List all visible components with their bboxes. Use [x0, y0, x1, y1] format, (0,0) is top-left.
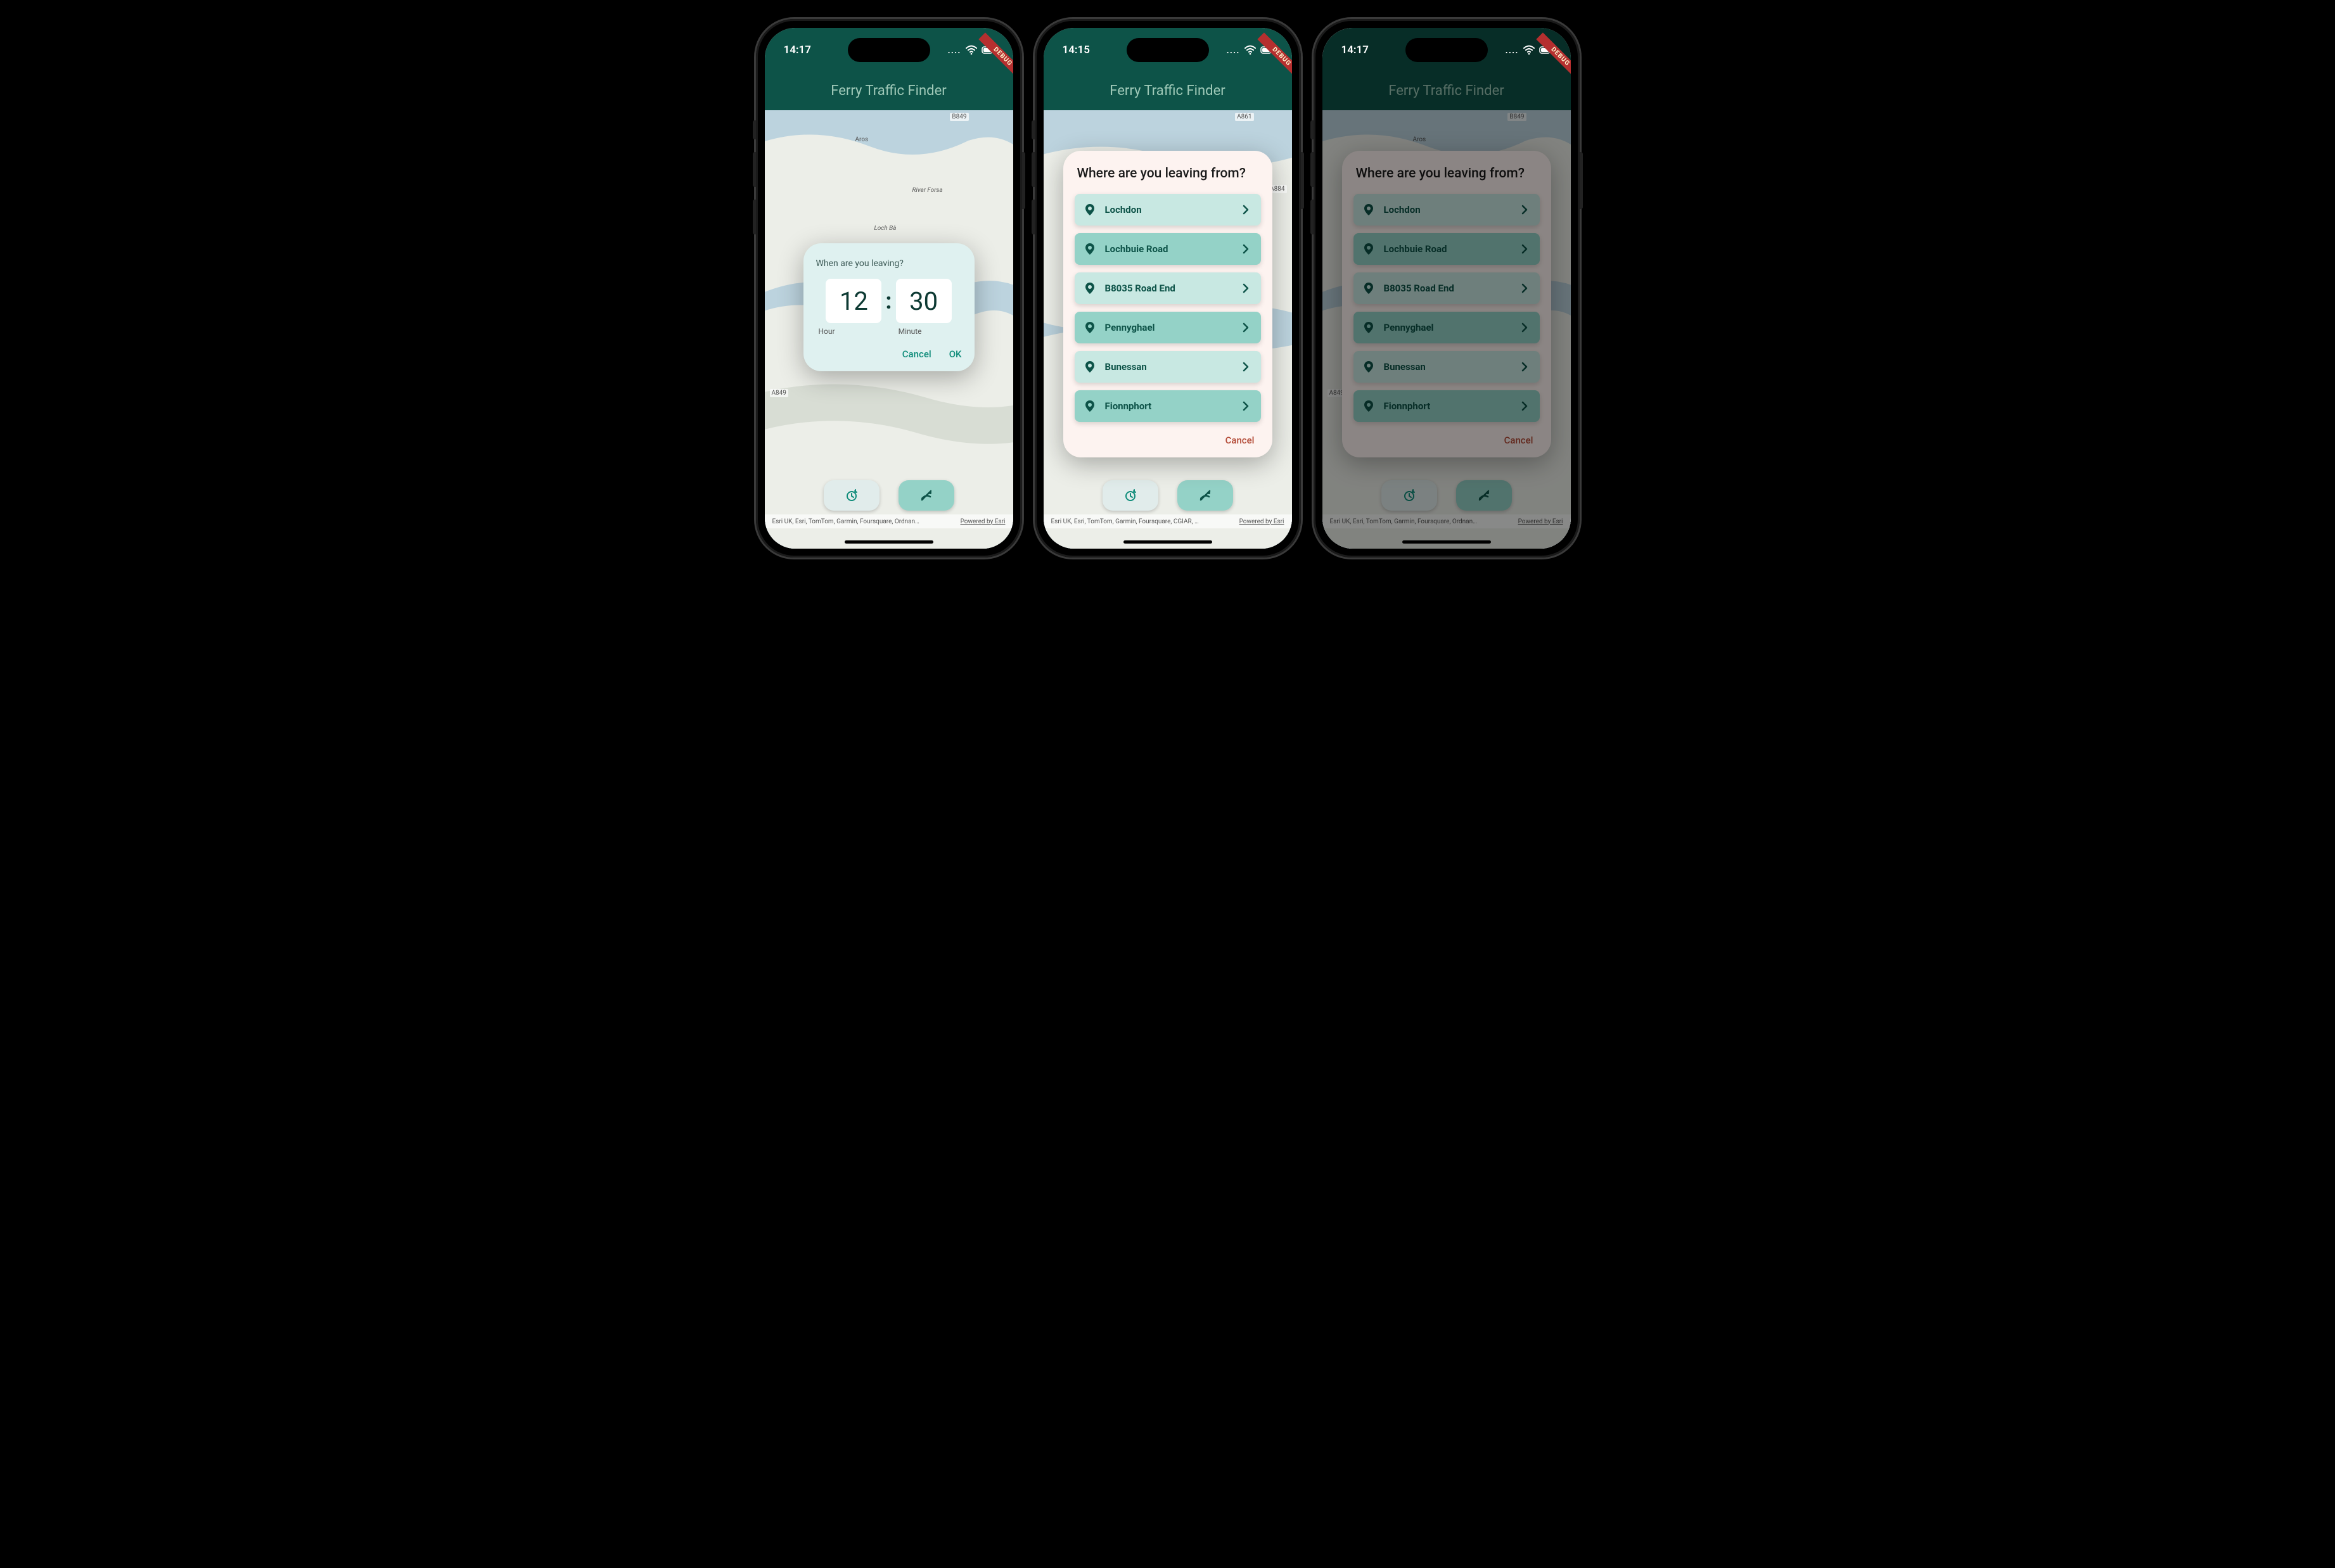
- location-option[interactable]: Bunessan: [1075, 351, 1261, 383]
- phone-frame: DEBUG 14:15 .... Ferry Traffic Finder A8…: [1035, 19, 1301, 558]
- location-picker-dialog: Where are you leaving from? Lochdon Lochb…: [1063, 151, 1272, 457]
- hour-input[interactable]: 12: [826, 279, 881, 323]
- screen: DEBUG 14:17 .... Ferry Traffic Finder B8…: [1322, 28, 1571, 549]
- notch: [1127, 38, 1209, 62]
- status-time: 14:15: [1063, 44, 1090, 56]
- home-indicator[interactable]: [845, 540, 933, 544]
- time-separator: :: [885, 288, 892, 314]
- pin-icon: [1084, 400, 1096, 412]
- location-label: Lochdon: [1105, 204, 1142, 215]
- screen: DEBUG 14:17 .... Ferry Traffic Finder B8…: [765, 28, 1013, 549]
- map-road-label: A861: [1235, 113, 1253, 121]
- fab-row: [824, 480, 954, 511]
- wifi-icon: [1523, 44, 1535, 56]
- location-label: Lochbuie Road: [1105, 243, 1168, 255]
- schedule-button[interactable]: [824, 480, 880, 511]
- location-label: B8035 Road End: [1105, 283, 1175, 294]
- location-label: Bunessan: [1105, 361, 1147, 373]
- wifi-icon: [965, 44, 978, 56]
- schedule-button[interactable]: [1103, 480, 1158, 511]
- clock-add-icon: [845, 489, 858, 502]
- cancel-button[interactable]: Cancel: [902, 348, 931, 360]
- attribution-sources: Esri UK, Esri, TomTom, Garmin, Foursquar…: [772, 518, 919, 525]
- ok-button[interactable]: OK: [949, 348, 962, 360]
- cellular-dots: ....: [947, 44, 961, 56]
- notch: [1405, 38, 1488, 62]
- minute-label: Minute: [899, 327, 922, 336]
- wifi-icon: [1244, 44, 1257, 56]
- chevron-right-icon: [1239, 360, 1252, 373]
- pin-icon: [1084, 360, 1096, 373]
- pin-icon: [1084, 321, 1096, 334]
- location-list: Lochdon Lochbuie Road B8035 Road End Pennyg…: [1075, 194, 1261, 422]
- app-title: Ferry Traffic Finder: [1110, 83, 1225, 99]
- chevron-right-icon: [1239, 321, 1252, 334]
- map-place-label: Aros: [854, 136, 871, 144]
- location-option[interactable]: Lochbuie Road: [1075, 233, 1261, 265]
- attribution-powered[interactable]: Powered by Esri: [1239, 518, 1284, 525]
- notch: [848, 38, 930, 62]
- pin-icon: [1084, 243, 1096, 255]
- pin-icon: [1084, 203, 1096, 216]
- map-place-label: Loch Bà: [873, 224, 899, 233]
- directions-off-button[interactable]: [1177, 480, 1233, 511]
- pin-icon: [1084, 282, 1096, 295]
- dialog-title: Where are you leaving from?: [1075, 166, 1261, 181]
- time-picker-dialog: When are you leaving? 12 : 30 Hour Minut…: [803, 243, 975, 371]
- location-option[interactable]: Fionnphort: [1075, 390, 1261, 422]
- location-option[interactable]: Lochdon: [1075, 194, 1261, 226]
- chevron-right-icon: [1239, 203, 1252, 216]
- fab-row: [1103, 480, 1233, 511]
- scrim[interactable]: [1322, 28, 1571, 549]
- minute-input[interactable]: 30: [896, 279, 952, 323]
- cancel-button[interactable]: Cancel: [1075, 435, 1261, 446]
- map-road-label: B849: [950, 113, 968, 121]
- chevron-right-icon: [1239, 282, 1252, 295]
- phone-frame: DEBUG 14:17 .... Ferry Traffic Finder B8…: [756, 19, 1022, 558]
- location-label: Fionnphort: [1105, 400, 1152, 412]
- directions-off-button[interactable]: [899, 480, 954, 511]
- clock-add-icon: [1124, 489, 1137, 502]
- chevron-right-icon: [1239, 243, 1252, 255]
- location-label: Pennyghael: [1105, 322, 1155, 333]
- map-attribution: Esri UK, Esri, TomTom, Garmin, Foursquar…: [1044, 514, 1292, 528]
- status-time: 14:17: [784, 44, 811, 56]
- map-road-label: A849: [770, 389, 788, 397]
- home-indicator[interactable]: [1402, 540, 1491, 544]
- attribution-sources: Esri UK, Esri, TomTom, Garmin, Foursquar…: [1051, 518, 1199, 525]
- chevron-right-icon: [1239, 400, 1252, 412]
- hour-label: Hour: [819, 327, 835, 336]
- phone-frame: DEBUG 14:17 .... Ferry Traffic Finder B8…: [1314, 19, 1580, 558]
- cellular-dots: ....: [1505, 44, 1518, 56]
- route-off-icon: [1199, 489, 1212, 502]
- route-off-icon: [920, 489, 933, 502]
- map-attribution: Esri UK, Esri, TomTom, Garmin, Foursquar…: [765, 514, 1013, 528]
- dialog-prompt: When are you leaving?: [816, 258, 962, 269]
- cellular-dots: ....: [1226, 44, 1239, 56]
- status-time: 14:17: [1341, 44, 1369, 56]
- home-indicator[interactable]: [1123, 540, 1212, 544]
- attribution-powered[interactable]: Powered by Esri: [961, 518, 1006, 525]
- screen: DEBUG 14:15 .... Ferry Traffic Finder A8…: [1044, 28, 1292, 549]
- location-option[interactable]: B8035 Road End: [1075, 272, 1261, 304]
- location-option[interactable]: Pennyghael: [1075, 312, 1261, 343]
- app-title: Ferry Traffic Finder: [831, 83, 946, 99]
- map-place-label: River Forsa: [911, 186, 945, 194]
